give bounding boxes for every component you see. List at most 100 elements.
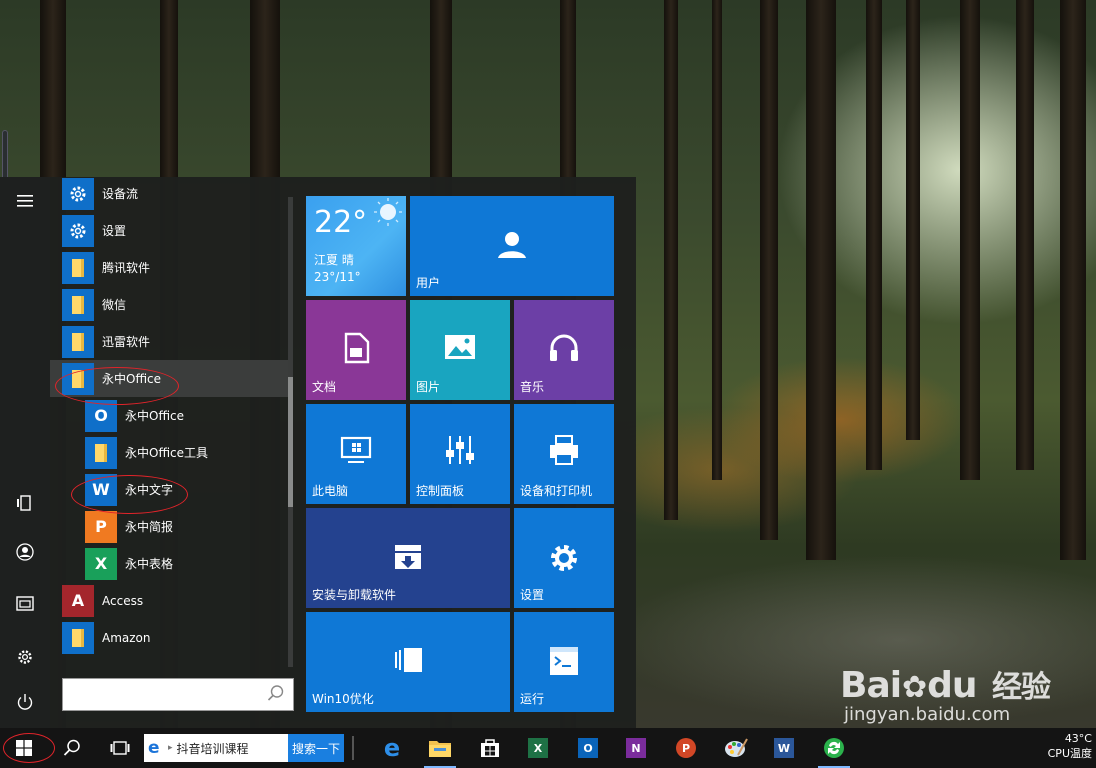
app-list-item[interactable]: 腾讯软件	[50, 249, 288, 286]
windows-logo-icon	[16, 740, 32, 756]
archive-box-icon	[306, 542, 510, 576]
task-view-button[interactable]	[96, 728, 144, 768]
word-icon[interactable]: W	[760, 728, 808, 768]
app-list-item[interactable]: O 永中Office	[50, 397, 288, 434]
hamburger-menu-icon[interactable]	[5, 181, 45, 221]
run-tile[interactable]: 运行	[514, 612, 614, 712]
file-explorer-icon[interactable]	[416, 728, 464, 768]
app-list-label: 永中表格	[125, 557, 174, 571]
app-list-item[interactable]: 设置	[50, 212, 288, 249]
start-search-box[interactable]	[62, 678, 294, 711]
app-list-item[interactable]: 永中Office	[50, 360, 288, 397]
folder-icon	[62, 621, 94, 654]
triangle-right-icon: ▸	[168, 743, 173, 753]
user-tile[interactable]: 用户	[410, 196, 614, 296]
devices-printers-tile[interactable]: 设备和打印机	[514, 404, 614, 504]
paw-icon: ✿	[902, 670, 927, 705]
tile-label: 文档	[312, 380, 337, 394]
cpu-temperature-widget[interactable]: 43°C CPU温度	[1032, 731, 1092, 761]
cpu-temperature-value: 43°C	[1064, 732, 1092, 745]
tile-label: 图片	[416, 380, 441, 394]
this-pc-tile[interactable]: 此电脑	[306, 404, 406, 504]
search-icon[interactable]	[265, 684, 287, 706]
outlook-icon[interactable]: O	[564, 728, 612, 768]
monitor-icon	[306, 436, 406, 470]
app-list-label: Access	[102, 593, 144, 608]
pictures-tile[interactable]: 图片	[410, 300, 510, 400]
taskbar-search-button[interactable]	[48, 728, 96, 768]
tablet-mode-icon[interactable]	[5, 483, 45, 523]
start-menu: 设备流 设置 腾讯软件 微信 迅雷软件 永中Office O 永中Office 永中Office…	[0, 177, 636, 728]
web-search-button[interactable]: 搜索一下	[288, 734, 344, 762]
user-account-icon[interactable]	[5, 532, 45, 572]
weather-tile[interactable]: 22° 江夏 晴 23°/11°	[306, 196, 406, 296]
control-panel-tile[interactable]: 控制面板	[410, 404, 510, 504]
yozo-office-icon: O	[85, 399, 117, 432]
app-list-item[interactable]: A Access	[50, 582, 288, 619]
folder-icon	[62, 251, 94, 284]
watermark-brand-2: du	[927, 665, 977, 706]
tree-trunk	[760, 0, 778, 540]
tree-trunk	[1016, 0, 1034, 470]
tile-label: 运行	[520, 692, 545, 706]
app-list-item[interactable]: P 永中简报	[50, 508, 288, 545]
settings-tile[interactable]: 设置	[514, 508, 614, 608]
edge-icon[interactable]: e	[368, 728, 416, 768]
app-list-label: 永中简报	[125, 520, 174, 534]
access-icon: A	[62, 584, 94, 617]
store-icon[interactable]	[466, 728, 514, 768]
folder-icon	[62, 325, 94, 358]
app-list-item[interactable]: 永中Office工具	[50, 434, 288, 471]
cpu-temperature-label: CPU温度	[1047, 747, 1092, 760]
tree-trunk	[712, 0, 722, 480]
gear-icon	[62, 214, 94, 247]
scrollbar-thumb[interactable]	[288, 377, 293, 507]
paint-icon[interactable]	[712, 728, 760, 768]
tree-trunk	[960, 0, 980, 480]
tile-label: 安装与卸载软件	[312, 588, 397, 602]
app-list-label: 永中Office工具	[125, 446, 209, 460]
ie-icon: e	[148, 738, 160, 758]
app-list-label: 永中Office	[125, 409, 185, 423]
folder-icon	[62, 288, 94, 321]
install-uninstall-tile[interactable]: 安装与卸载软件	[306, 508, 510, 608]
app-list-item[interactable]: 迅雷软件	[50, 323, 288, 360]
app-list-item[interactable]: 设备流	[50, 177, 288, 212]
tile-label: Win10优化	[312, 692, 374, 706]
onenote-icon[interactable]: N	[612, 728, 660, 768]
win10-optimize-tile[interactable]: Win10优化	[306, 612, 510, 712]
documents-tile[interactable]: 文档	[306, 300, 406, 400]
yozo-presentation-icon: P	[85, 510, 117, 543]
app-list: 设备流 设置 腾讯软件 微信 迅雷软件 永中Office O 永中Office 永中Office…	[50, 177, 294, 673]
folder-icon	[85, 436, 117, 469]
taskbar: e ▸ 抖音培训课程 搜索一下 e X O N P W 43°C CPU温度	[0, 728, 1096, 768]
settings-gear-icon[interactable]	[5, 637, 45, 677]
app-list-item[interactable]: 微信	[50, 286, 288, 323]
music-tile[interactable]: 音乐	[514, 300, 614, 400]
watermark-brand: Bai	[840, 665, 902, 706]
panel-layout-icon	[306, 646, 510, 678]
search-icon	[63, 739, 80, 756]
app-list-item[interactable]: W 永中文字	[50, 471, 288, 508]
green-app-icon[interactable]	[810, 728, 858, 768]
start-button[interactable]	[0, 728, 48, 768]
address-bar[interactable]: e ▸ 抖音培训课程	[144, 734, 288, 762]
gear-icon	[514, 542, 614, 578]
app-list-scrollbar[interactable]	[288, 197, 293, 667]
app-list-label: 迅雷软件	[102, 335, 151, 349]
app-list-label: 永中文字	[125, 483, 174, 497]
yozo-writer-icon: W	[85, 473, 117, 506]
task-view-icon	[110, 741, 130, 755]
app-list-item[interactable]: X 永中表格	[50, 545, 288, 582]
sliders-icon	[410, 434, 510, 470]
gear-icon	[62, 177, 94, 210]
app-list-item[interactable]: Amazon	[50, 619, 288, 656]
documents-icon[interactable]	[5, 583, 45, 623]
search-input[interactable]	[63, 679, 263, 710]
tile-label: 设备和打印机	[520, 484, 593, 498]
excel-icon[interactable]: X	[514, 728, 562, 768]
powerpoint-icon[interactable]: P	[662, 728, 710, 768]
watermark-cn: 经验	[992, 670, 1051, 705]
power-icon[interactable]	[5, 682, 45, 722]
app-list-label: Amazon	[102, 630, 151, 645]
